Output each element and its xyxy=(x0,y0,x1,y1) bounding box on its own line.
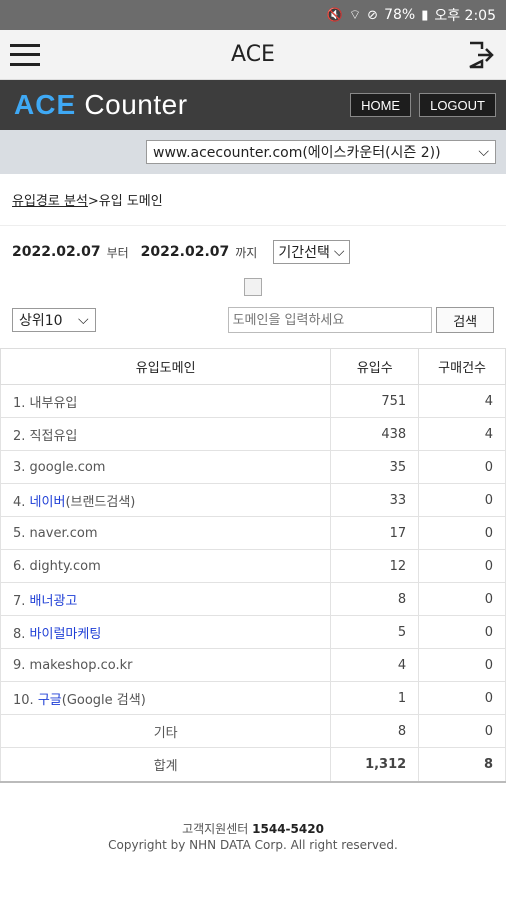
app-bar: ACE xyxy=(0,30,506,80)
table-row: 4. 네이버(브랜드검색) 33 0 xyxy=(0,483,506,517)
table-row: 5. naver.com 17 0 xyxy=(0,516,506,550)
clock: 오후 2:05 xyxy=(434,8,496,24)
app-title: ACE xyxy=(231,42,275,67)
chevron-down-icon: ⌵ xyxy=(333,244,345,260)
table-row: 7. 배너광고 80 xyxy=(0,582,506,616)
copyright: Copyright by NHN DATA Corp. All right re… xyxy=(108,837,398,852)
logout-button[interactable]: LOGOUT xyxy=(419,93,496,117)
breadcrumb: 유입경로 분석 >유입 도메인 xyxy=(0,174,506,226)
table-row: 6. dighty.com 12 0 xyxy=(0,549,506,583)
total-row: 합계 1,312 8 xyxy=(0,747,506,783)
period-select[interactable]: 기간선택 ⌵ xyxy=(273,240,350,264)
table-row: 2. 직접유입 438 4 xyxy=(0,417,506,451)
start-suffix: 부터 xyxy=(106,245,129,260)
top-n-select[interactable]: 상위10 ⌵ xyxy=(12,308,96,332)
support-label: 고객지원센터 xyxy=(182,821,249,836)
menu-icon[interactable] xyxy=(10,43,40,66)
exit-icon[interactable] xyxy=(466,40,496,70)
wifi-icon: ⌔ xyxy=(348,8,362,23)
col-domain: 유입도메인 xyxy=(0,348,332,385)
domain-link[interactable]: 배너광고 xyxy=(30,594,78,609)
breadcrumb-link[interactable]: 유입경로 분석 xyxy=(12,190,88,209)
domain-search-input[interactable] xyxy=(227,307,433,333)
search-button[interactable]: 검색 xyxy=(436,307,494,333)
brand-bar: ACE Counter HOME LOGOUT xyxy=(0,80,506,130)
end-date: 2022.02.07 xyxy=(140,244,230,260)
table-row: 10. 구글(Google 검색) 10 xyxy=(0,681,506,715)
table-row: 9. makeshop.co.kr 40 xyxy=(0,648,506,682)
domain-table: 유입도메인 유입수 구매건수 1. 내부유입 751 4 2. 직접유입 438 4… xyxy=(0,348,506,783)
dnd-icon: ⊘ xyxy=(367,7,379,23)
battery-level: 78% xyxy=(384,7,416,23)
filter-row: 상위10 ⌵ 검색 xyxy=(0,300,506,340)
footer: 고객지원센터 1544-5420 Copyright by NHN DATA C… xyxy=(0,821,506,853)
domain-link[interactable]: 네이버 xyxy=(30,495,66,510)
col-visits: 유입수 xyxy=(330,348,420,385)
support-phone: 1544-5420 xyxy=(252,821,324,836)
table-row: 3. google.com 35 0 xyxy=(0,450,506,484)
col-purchases: 구매건수 xyxy=(418,348,506,385)
chevron-down-icon: ⌵ xyxy=(478,144,489,160)
chevron-down-icon: ⌵ xyxy=(77,312,89,328)
table-row: 1. 내부유입 751 4 xyxy=(0,384,506,418)
site-selector-bar: www.acecounter.com(에이스카운터(시즌 2)) ⌵ xyxy=(0,130,506,174)
battery-icon: ▮ xyxy=(421,7,429,23)
domain-link[interactable]: 구글 xyxy=(38,693,62,708)
broken-image xyxy=(0,278,506,300)
acecounter-logo[interactable]: ACE Counter xyxy=(14,89,188,121)
domain-link[interactable]: 바이럴마케팅 xyxy=(30,627,102,642)
table-row: 8. 바이럴마케팅 50 xyxy=(0,615,506,649)
site-select[interactable]: www.acecounter.com(에이스카운터(시즌 2)) ⌵ xyxy=(146,140,496,164)
mute-icon: 🔇 xyxy=(326,7,343,23)
other-row: 기타 80 xyxy=(0,714,506,748)
end-suffix: 까지 xyxy=(235,245,258,260)
home-button[interactable]: HOME xyxy=(350,93,412,117)
date-range: 2022.02.07 부터 2022.02.07 까지 기간선택 ⌵ xyxy=(0,226,506,278)
start-date: 2022.02.07 xyxy=(12,244,101,260)
breadcrumb-current: >유입 도메인 xyxy=(87,194,163,209)
status-bar: 🔇 ⌔ ⊘ 78% ▮ 오후 2:05 xyxy=(0,0,506,30)
